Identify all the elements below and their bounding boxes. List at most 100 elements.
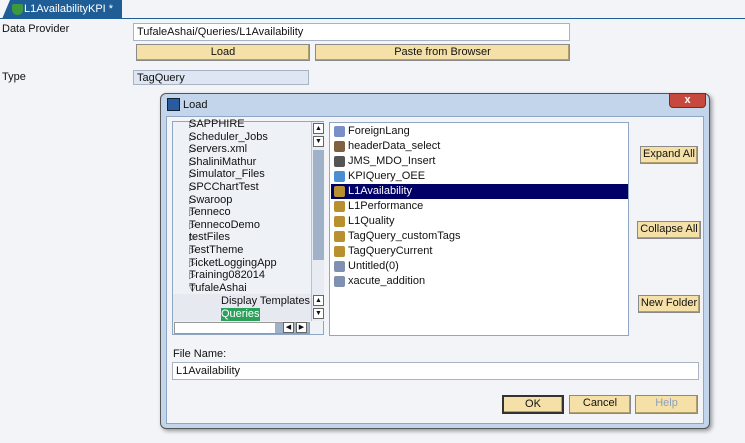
tree-item[interactable]: ▷ShaliniMathur: [173, 156, 256, 169]
tree-item-label: TufaleAshai: [189, 281, 247, 294]
subtree-scrollbar[interactable]: ▲ ▼: [311, 294, 324, 321]
tree-item-label: TicketLoggingApp: [189, 256, 277, 269]
subtree-panel: Display Templates Queries: [173, 294, 311, 321]
tree-item-label: ShaliniMathur: [189, 155, 257, 168]
tree-item-label: SAPPHIRE: [189, 118, 245, 130]
tree-item-label: Simulator_Files: [189, 168, 265, 181]
new-folder-button[interactable]: New Folder: [638, 295, 700, 313]
tree-item-label: TestTheme: [189, 244, 244, 256]
expand-icon[interactable]: ▷: [173, 169, 196, 180]
expand-icon[interactable]: ▷: [173, 207, 196, 218]
query-icon: [334, 171, 345, 182]
file-name-label: File Name:: [173, 348, 227, 360]
file-list-item[interactable]: TagQueryCurrent: [331, 244, 628, 259]
tree-item[interactable]: ▷SAPPHIRE: [173, 118, 245, 131]
tree-item-label: SPCChartTest: [189, 181, 259, 193]
tree-item[interactable]: ▷Swaroop: [173, 194, 232, 207]
expand-icon[interactable]: ▷: [173, 119, 196, 130]
file-label: headerData_select: [348, 140, 441, 152]
query-icon: [334, 141, 345, 152]
scroll-up-icon[interactable]: ▲: [313, 295, 324, 306]
file-list-item[interactable]: KPIQuery_OEE: [331, 169, 628, 184]
expand-icon[interactable]: ▷: [173, 220, 196, 231]
expand-icon[interactable]: ▷: [173, 245, 196, 256]
tree-item[interactable]: ▽TufaleAshai: [173, 282, 247, 295]
tree-item-queries[interactable]: Queries: [221, 308, 260, 321]
file-list-item[interactable]: L1Quality: [331, 214, 628, 229]
query-icon: [334, 261, 345, 272]
tree-item[interactable]: ▷Simulator_Files: [173, 168, 265, 181]
file-list-item[interactable]: L1Availability: [331, 184, 628, 199]
load-button[interactable]: Load: [136, 44, 310, 61]
expand-all-button[interactable]: Expand All: [640, 146, 698, 164]
expand-icon[interactable]: ▷: [173, 182, 196, 193]
query-icon: [334, 201, 345, 212]
file-label: KPIQuery_OEE: [348, 170, 426, 182]
tree-item[interactable]: ▷Tenneco: [173, 206, 231, 219]
tree-item[interactable]: ▷testFiles: [173, 231, 230, 244]
scroll-up-icon[interactable]: ▲: [313, 123, 324, 134]
expand-icon[interactable]: ▷: [173, 157, 196, 168]
expand-icon[interactable]: ▷: [173, 132, 196, 143]
query-icon: [334, 216, 345, 227]
collapse-icon[interactable]: ▽: [173, 283, 196, 294]
data-provider-label: Data Provider: [2, 23, 70, 35]
file-label: TagQuery_customTags: [348, 230, 461, 242]
type-field: TagQuery: [133, 70, 309, 85]
paste-from-browser-button[interactable]: Paste from Browser: [315, 44, 570, 61]
query-icon: [334, 231, 345, 242]
tree-item[interactable]: ▷Servers.xml: [173, 143, 247, 156]
file-label: L1Availability: [348, 185, 413, 197]
cancel-button[interactable]: Cancel: [569, 395, 631, 414]
scroll-down-icon[interactable]: ▼: [313, 308, 324, 319]
expand-icon[interactable]: ▷: [173, 270, 196, 281]
ok-button[interactable]: OK: [502, 395, 564, 414]
file-label: Untitled(0): [348, 260, 399, 272]
scroll-left-icon[interactable]: ◀: [283, 322, 294, 333]
file-list[interactable]: ForeignLang headerData_select JMS_MDO_Inse…: [329, 122, 629, 336]
tree-item-display-templates[interactable]: Display Templates: [221, 295, 310, 308]
file-list-item[interactable]: TagQuery_customTags: [331, 229, 628, 244]
query-icon: [334, 156, 345, 167]
expand-icon[interactable]: ▷: [173, 144, 196, 155]
file-label: L1Performance: [348, 200, 424, 212]
file-label: L1Quality: [348, 215, 395, 227]
folder-tree[interactable]: ▷SAPPHIRE ▷Scheduler_Jobs ▷Servers.xml ▷Sha…: [172, 118, 324, 335]
tab-label: L1AvailabilityKPI *: [24, 3, 114, 15]
tab-l1availabilitykpi[interactable]: L1AvailabilityKPI *: [2, 0, 122, 19]
kpi-icon: [12, 4, 23, 15]
scroll-right-icon[interactable]: ▶: [296, 322, 307, 333]
tree-item-label: Tenneco: [189, 206, 231, 219]
tree-item-label: Swaroop: [189, 193, 233, 206]
file-list-item[interactable]: JMS_MDO_Insert: [331, 154, 628, 169]
data-provider-input[interactable]: TufaleAshai/Queries/L1Availability: [133, 23, 570, 41]
scroll-down-icon[interactable]: ▼: [313, 136, 324, 147]
tree-vertical-scrollbar[interactable]: ▲ ▼: [311, 122, 324, 294]
dialog-title: Load: [183, 99, 208, 111]
tree-item-label: TennecoDemo: [189, 218, 260, 231]
file-list-item[interactable]: L1Performance: [331, 199, 628, 214]
help-button[interactable]: Help: [635, 395, 698, 414]
expand-icon[interactable]: ▷: [173, 258, 196, 269]
file-list-item[interactable]: Untitled(0): [331, 259, 628, 274]
tree-item[interactable]: ▷TicketLoggingApp: [173, 257, 277, 270]
tree-item[interactable]: ▷TestTheme: [173, 244, 243, 257]
tree-item[interactable]: ▷Scheduler_Jobs: [173, 131, 268, 144]
expand-icon[interactable]: ▷: [173, 232, 196, 243]
tree-item[interactable]: ▷SPCChartTest: [173, 181, 259, 194]
query-icon: [334, 126, 345, 137]
file-list-item[interactable]: xacute_addition: [331, 274, 628, 289]
close-button[interactable]: x: [669, 93, 706, 108]
file-list-item[interactable]: headerData_select: [331, 139, 628, 154]
type-label: Type: [2, 71, 26, 83]
tree-item-label: Training082014: [189, 269, 266, 282]
query-icon: [334, 246, 345, 257]
tree-item[interactable]: ▷Training082014: [173, 269, 265, 282]
file-list-item[interactable]: ForeignLang: [331, 124, 628, 139]
collapse-all-button[interactable]: Collapse All: [637, 221, 701, 239]
tree-item[interactable]: ▷TennecoDemo: [173, 219, 260, 232]
file-name-input[interactable]: L1Availability: [172, 362, 699, 380]
scroll-thumb[interactable]: [313, 150, 324, 260]
file-label: JMS_MDO_Insert: [348, 155, 436, 167]
expand-icon[interactable]: ▷: [173, 195, 196, 206]
